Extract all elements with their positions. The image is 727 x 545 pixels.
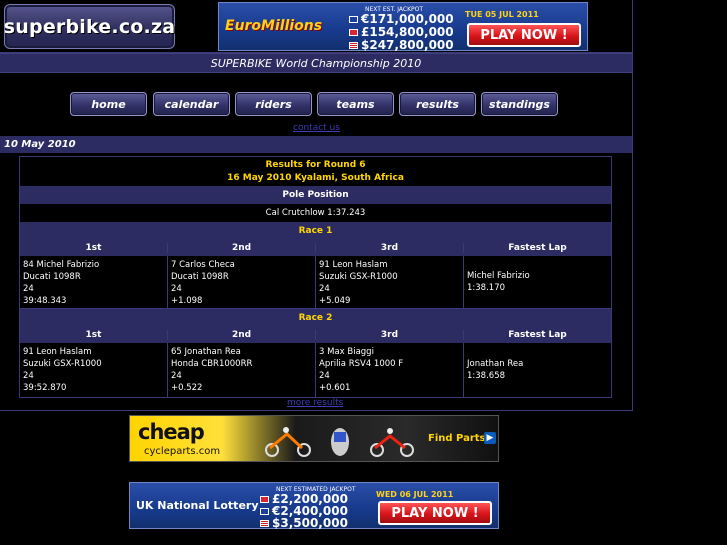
nav-riders-button[interactable]: riders [235, 92, 312, 116]
nav-calendar-button[interactable]: calendar [153, 92, 230, 116]
col-fastest-lap: Fastest Lap [463, 329, 611, 340]
rider: 84 Michel Fabrizio [23, 260, 100, 270]
content-bottom-border [0, 410, 633, 411]
rider: 7 Carlos Checa [171, 260, 235, 270]
race-2-third-cell: 3 Max Biaggi Aprilia RSV4 1000 F 24 +0.6… [315, 343, 463, 397]
race-2-fastest-lap-cell: Jonathan Rea 1:38.658 [463, 343, 611, 397]
euromillions-brand: EuroMillions [225, 18, 323, 34]
nav-teams-button[interactable]: teams [317, 92, 394, 116]
motorbike-photos-icon [265, 427, 414, 457]
col-1st: 1st [85, 242, 102, 253]
jackpot-row-usd: $247,800,000 [349, 38, 454, 52]
eu-flag-icon [349, 15, 358, 23]
more-results-link[interactable]: more results [287, 398, 343, 408]
rider: 3 Max Biaggi [319, 347, 374, 357]
cheap-brand: cheap [138, 420, 205, 444]
gap: +1.098 [171, 296, 203, 306]
time: 39:48.343 [23, 296, 67, 306]
lap-time: 1:38.658 [467, 371, 506, 381]
jackpot-row-eur: €171,000,000 [349, 12, 454, 26]
bike: Suzuki GSX-R1000 [23, 359, 102, 369]
uk-lottery-banner-ad[interactable]: UK National Lottery NEXT ESTIMATED JACKP… [129, 482, 499, 530]
bike: Suzuki GSX-R1000 [319, 272, 398, 282]
euromillions-banner-ad[interactable]: EuroMillions NEXT EST. JACKPOT TUE 05 JU… [218, 2, 588, 52]
play-now-button[interactable]: PLAY NOW ! [378, 501, 492, 525]
race-2-first-cell: 91 Leon Haslam Suzuki GSX-R1000 24 39:52… [20, 343, 167, 397]
col-3rd: 3rd [315, 242, 463, 253]
site-logo[interactable]: superbike.co.za [4, 4, 175, 49]
laps: 24 [171, 284, 182, 294]
date-bar: 10 May 2010 [0, 136, 632, 153]
gap: +0.522 [171, 383, 203, 393]
time: 39:52.870 [23, 383, 67, 393]
pole-position-header: Pole Position [20, 186, 611, 204]
eu-flag-icon [260, 507, 269, 515]
results-table: Results for Round 6 16 May 2010 Kyalami,… [19, 156, 612, 398]
race-1-third-cell: 91 Leon Haslam Suzuki GSX-R1000 24 +5.04… [315, 256, 463, 308]
contact-us-link[interactable]: contact us [293, 123, 340, 133]
gap: +5.049 [319, 296, 351, 306]
nav-home-button[interactable]: home [70, 92, 147, 116]
round-header: Results for Round 6 16 May 2010 Kyalami,… [20, 157, 611, 187]
bike: Honda CBR1000RR [171, 359, 253, 369]
laps: 24 [23, 284, 34, 294]
jackpot-date: TUE 05 JUL 2011 [465, 10, 539, 19]
rider: 91 Leon Haslam [319, 260, 388, 270]
site-logo-text: superbike.co.za [3, 15, 176, 38]
round-subtitle: 16 May 2010 Kyalami, South Africa [227, 173, 404, 183]
race-1-results-row: 84 Michel Fabrizio Ducati 1098R 24 39:48… [20, 256, 611, 308]
cheap-brand-sub: cycleparts.com [144, 446, 221, 457]
laps: 24 [319, 371, 330, 381]
uk-lottery-brand: UK National Lottery [136, 499, 259, 512]
bike: Ducati 1098R [23, 272, 81, 282]
race-1-column-headers: 1st 2nd 3rd Fastest Lap [20, 239, 611, 256]
uk-flag-icon [260, 495, 269, 503]
rider: 65 Jonathan Rea [171, 347, 241, 357]
play-now-button[interactable]: PLAY NOW ! [467, 23, 581, 47]
race-1-fastest-lap-cell: Michel Fabrizio 1:38.170 [463, 256, 611, 308]
col-2nd: 2nd [167, 242, 315, 253]
race-2-column-headers: 1st 2nd 3rd Fastest Lap [20, 326, 611, 343]
col-2nd: 2nd [167, 329, 315, 340]
nav-results-button[interactable]: results [399, 92, 476, 116]
rider: Jonathan Rea [467, 359, 524, 369]
bike: Ducati 1098R [171, 272, 229, 282]
col-1st: 1st [85, 329, 102, 340]
laps: 24 [23, 371, 34, 381]
gap: +0.601 [319, 383, 351, 393]
col-3rd: 3rd [315, 329, 463, 340]
laps: 24 [319, 284, 330, 294]
jackpot-row-gbp: £154,800,000 [349, 25, 454, 39]
col-fastest-lap: Fastest Lap [463, 242, 611, 253]
round-title: Results for Round 6 [265, 160, 366, 170]
lap-time: 1:38.170 [467, 283, 506, 293]
rider: Michel Fabrizio [467, 271, 530, 281]
jackpot-row-usd: $3,500,000 [260, 516, 348, 530]
race-1-first-cell: 84 Michel Fabrizio Ducati 1098R 24 39:48… [20, 256, 167, 308]
jackpot-amount: $3,500,000 [272, 516, 348, 530]
frame-right-border [632, 0, 633, 410]
page-title: SUPERBIKE World Championship 2010 [0, 53, 632, 73]
pole-position-value: Cal Crutchlow 1:37.243 [265, 208, 366, 218]
race-2-results-row: 91 Leon Haslam Suzuki GSX-R1000 24 39:52… [20, 343, 611, 397]
us-flag-icon [260, 519, 269, 527]
race-1-header: Race 1 [20, 222, 611, 239]
bike: Aprilia RSV4 1000 F [319, 359, 404, 369]
nav-standings-button[interactable]: standings [481, 92, 558, 116]
race-2-second-cell: 65 Jonathan Rea Honda CBR1000RR 24 +0.52… [167, 343, 315, 397]
race-1-second-cell: 7 Carlos Checa Ducati 1098R 24 +1.098 [167, 256, 315, 308]
jackpot-amount: €171,000,000 [361, 12, 454, 26]
rider: 91 Leon Haslam [23, 347, 92, 357]
laps: 24 [171, 371, 182, 381]
arrow-right-icon: ▶ [484, 432, 496, 444]
uk-flag-icon [349, 28, 358, 36]
jackpot-date: WED 06 JUL 2011 [376, 490, 454, 499]
jackpot-amount: $247,800,000 [361, 38, 454, 52]
jackpot-amount: £154,800,000 [361, 25, 454, 39]
us-flag-icon [349, 41, 358, 49]
find-parts-label: Find Parts [428, 433, 486, 444]
cheap-cycle-parts-banner-ad[interactable]: cheap cycleparts.com Find Parts ▶ [129, 415, 499, 462]
race-2-header: Race 2 [20, 309, 611, 326]
